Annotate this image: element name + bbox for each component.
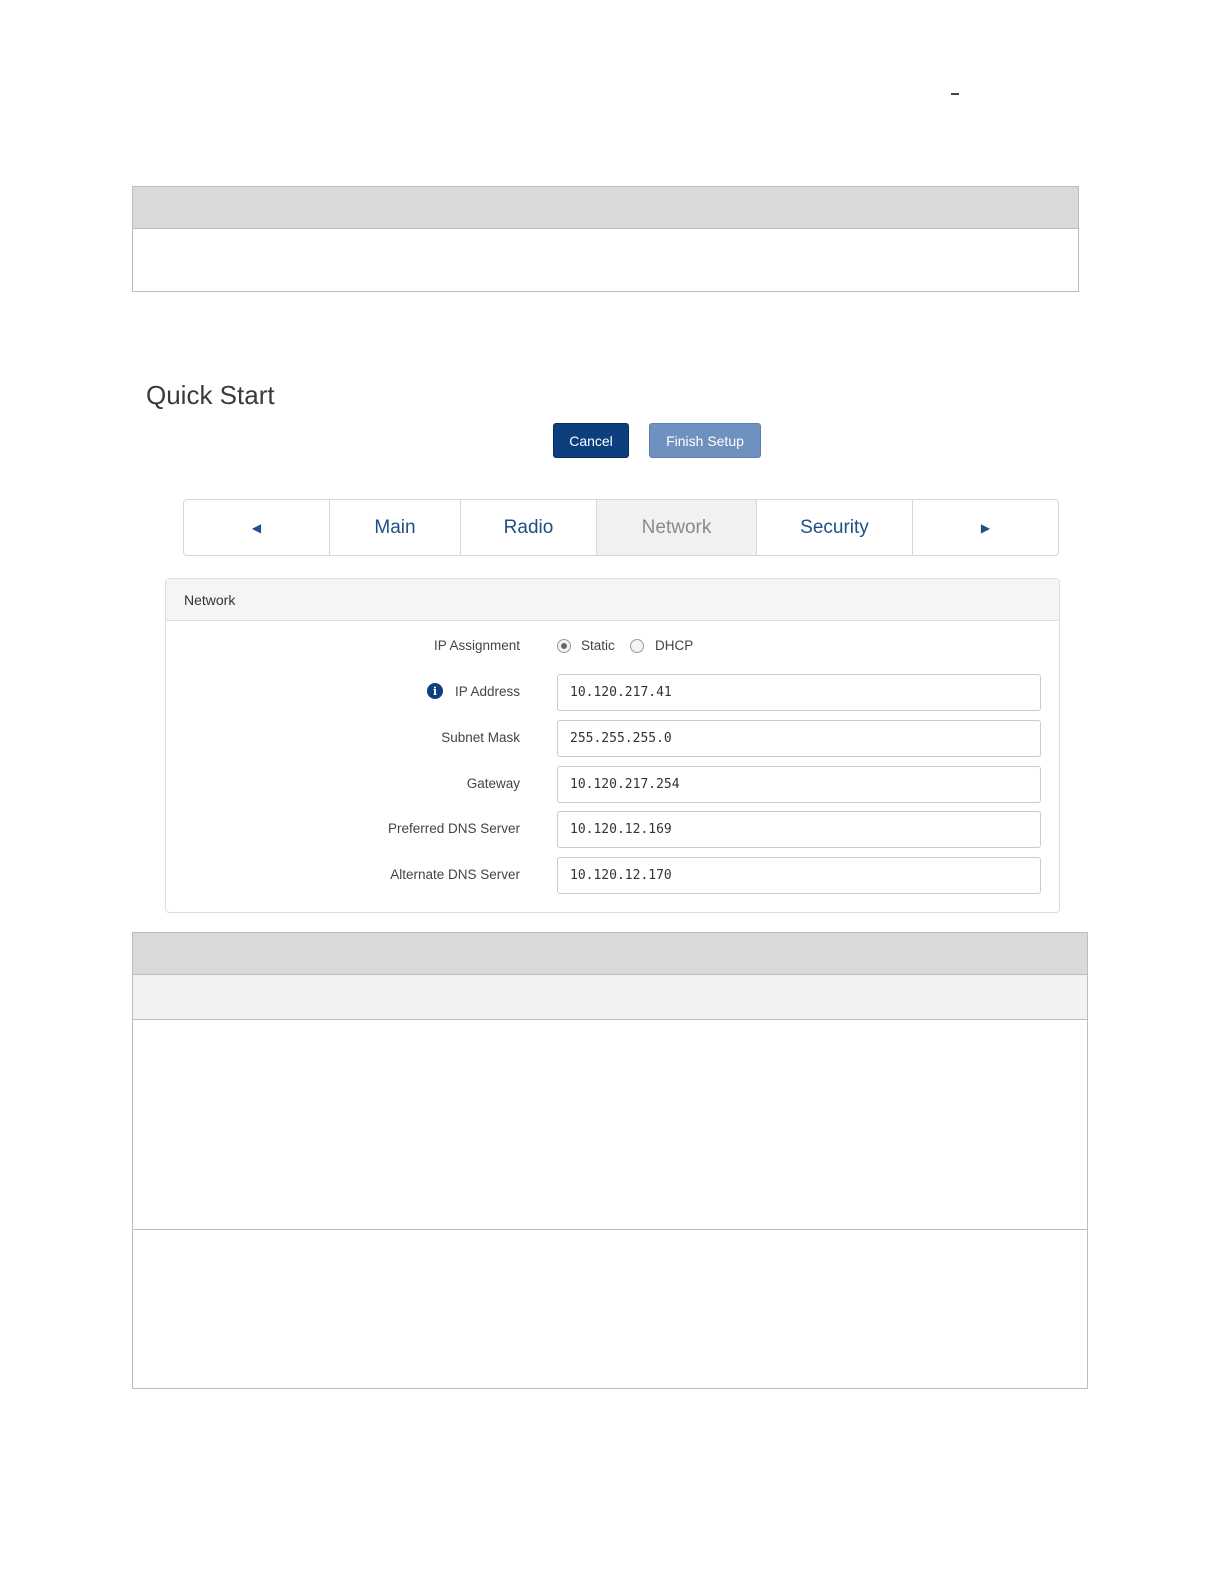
subnet-mask-field[interactable] (557, 720, 1041, 757)
preferred-dns-field[interactable] (557, 811, 1041, 848)
info-icon[interactable]: i (427, 683, 443, 699)
tab-next[interactable]: ▶ (913, 500, 1058, 555)
table-header-row (133, 933, 1087, 975)
panel-title: Network (166, 579, 1059, 621)
subnet-mask-label: Subnet Mask (441, 730, 520, 745)
radio-dhcp-label: DHCP (655, 638, 694, 653)
radio-dhcp[interactable] (630, 639, 644, 653)
tab-network[interactable]: Network (597, 500, 757, 555)
ip-address-label: IP Address (454, 684, 520, 699)
tab-main[interactable]: Main (330, 500, 461, 555)
wizard-tab-bar: ◀ Main Radio Network Security ▶ (183, 499, 1059, 556)
radio-static-label: Static (581, 638, 615, 653)
page-title: Quick Start (146, 380, 275, 410)
alternate-dns-label: Alternate DNS Server (390, 867, 520, 882)
tab-security[interactable]: Security (757, 500, 913, 555)
ip-address-field[interactable] (557, 674, 1041, 711)
alternate-dns-field[interactable] (557, 857, 1041, 894)
ip-assignment-label: IP Assignment (433, 638, 520, 653)
header-dash (951, 93, 959, 95)
tab-previous[interactable]: ◀ (184, 500, 330, 555)
radio-static[interactable] (557, 639, 571, 653)
triangle-left-icon: ◀ (251, 520, 262, 535)
table-header-row (133, 187, 1078, 229)
gateway-field[interactable] (557, 766, 1041, 803)
document-table-bottom (132, 932, 1088, 1389)
document-table-top (132, 186, 1079, 292)
table-subheader-row (133, 975, 1087, 1020)
triangle-right-icon: ▶ (980, 520, 991, 535)
gateway-label: Gateway (466, 776, 520, 791)
cancel-button[interactable]: Cancel (553, 423, 629, 458)
finish-setup-button[interactable]: Finish Setup (649, 423, 761, 458)
table-row (133, 1020, 1087, 1230)
preferred-dns-label: Preferred DNS Server (387, 821, 520, 836)
tab-radio[interactable]: Radio (461, 500, 597, 555)
